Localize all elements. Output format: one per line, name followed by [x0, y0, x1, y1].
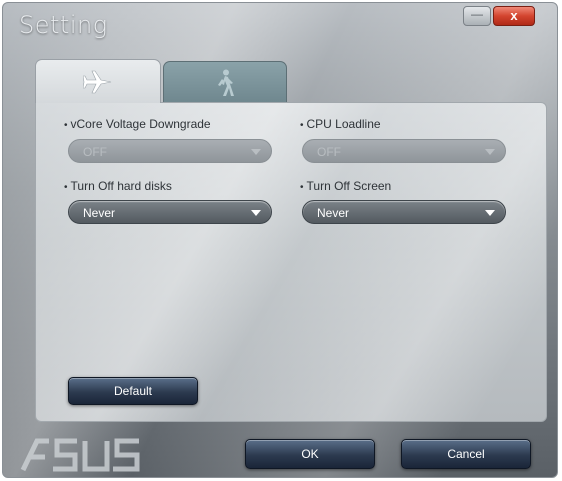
settings-panel: • vCore Voltage Downgrade OFF • CPU Loadli…: [35, 102, 547, 422]
bullet: •: [300, 182, 304, 193]
walking-person-icon: [218, 69, 234, 96]
cpu-loadline-label: • CPU Loadline: [300, 117, 381, 131]
close-button[interactable]: x: [493, 6, 535, 26]
cancel-button[interactable]: Cancel: [401, 439, 531, 469]
screen-select[interactable]: Never: [302, 200, 506, 224]
chevron-down-icon: [485, 149, 495, 155]
settings-window: Setting — x • vCore Voltage Downgrade OFF…: [2, 2, 558, 478]
close-icon: x: [510, 8, 518, 23]
chevron-down-icon: [251, 210, 261, 216]
chevron-down-icon: [485, 210, 495, 216]
default-button[interactable]: Default: [68, 377, 198, 405]
screen-value: Never: [317, 206, 350, 220]
screen-label: • Turn Off Screen: [300, 179, 392, 193]
airplane-icon: [83, 70, 112, 93]
minimize-icon: —: [471, 7, 483, 21]
hard-disks-value: Never: [83, 206, 116, 220]
vcore-label: • vCore Voltage Downgrade: [64, 117, 211, 131]
chevron-down-icon: [251, 149, 261, 155]
ok-button[interactable]: OK: [245, 439, 375, 469]
cpu-loadline-value: OFF: [317, 145, 341, 159]
tab-airplane[interactable]: [35, 59, 161, 103]
hard-disks-label: • Turn Off hard disks: [64, 179, 172, 193]
asus-logo: [20, 438, 140, 472]
minimize-button[interactable]: —: [463, 6, 491, 26]
hard-disks-select[interactable]: Never: [68, 200, 272, 224]
window-title: Setting: [19, 11, 108, 39]
bullet: •: [64, 120, 68, 131]
bullet: •: [300, 120, 304, 131]
vcore-select[interactable]: OFF: [68, 139, 272, 163]
bullet: •: [64, 182, 68, 193]
cpu-loadline-select[interactable]: OFF: [302, 139, 506, 163]
vcore-value: OFF: [83, 145, 107, 159]
tab-walking[interactable]: [163, 61, 287, 103]
